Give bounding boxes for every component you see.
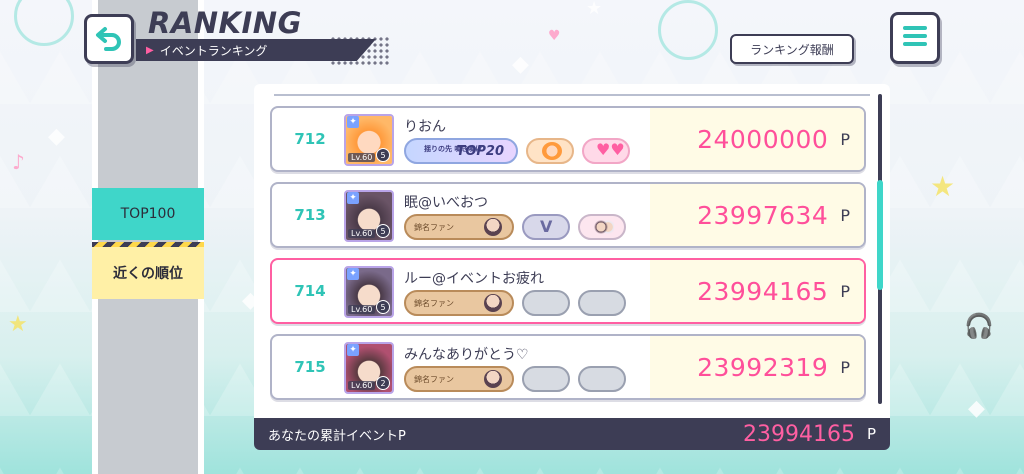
total-value: 23994165	[742, 421, 855, 447]
player-level: Lv.60	[348, 153, 376, 162]
honor-badges: 錦名ファン	[404, 366, 626, 392]
score-area: 23994165 P	[650, 260, 864, 322]
score-unit: P	[840, 357, 850, 377]
rank-number: 712	[294, 130, 326, 148]
score-unit: P	[840, 205, 850, 225]
badge-note: 揺りの先 鳴き鳴け	[424, 145, 483, 153]
score-area: 23997634 P	[650, 184, 864, 246]
unit-honor-badge: V	[522, 214, 570, 240]
event-score: 23992319	[697, 352, 829, 382]
badge-title: 錦名ファン	[414, 374, 454, 384]
circle-icon	[658, 0, 718, 60]
empty-honor-slot	[578, 366, 626, 392]
score-area: 24000000 P	[650, 108, 864, 170]
player-name: ルー@イベントお疲れ	[404, 271, 544, 287]
event-score: 23997634	[697, 200, 829, 230]
page-title: RANKING	[148, 6, 302, 40]
scrollbar-thumb[interactable]	[877, 180, 883, 290]
avatar[interactable]: ✦ Lv.60 5	[344, 190, 394, 242]
avatar[interactable]: ✦ Lv.60 2	[344, 342, 394, 394]
heart-honor-badge: ♥♥	[582, 138, 630, 164]
play-triangle-icon: ▶	[146, 44, 154, 56]
score-unit: P	[840, 281, 850, 301]
character-honor-badge	[578, 214, 626, 240]
event-score: 24000000	[697, 124, 829, 154]
star-icon: ✦	[347, 268, 359, 280]
ranking-row[interactable]: 712 ✦ Lv.60 5 りおん 揺りの先 鳴き鳴け TOP20 ♥♥ 240…	[270, 106, 866, 172]
subtitle-label: イベントランキング	[159, 43, 268, 58]
empty-honor-slot	[578, 290, 626, 316]
rank-number: 714	[294, 282, 326, 300]
ranking-list[interactable]: 712 ✦ Lv.60 5 りおん 揺りの先 鳴き鳴け TOP20 ♥♥ 240…	[254, 84, 890, 418]
note-icon: ♪	[12, 150, 25, 174]
star-icon: ✦	[347, 116, 359, 128]
star-icon: ★	[930, 170, 956, 203]
ranking-row-self[interactable]: 714 ✦ Lv.60 5 ルー@イベントお疲れ 錦名ファン 23994165 …	[270, 258, 866, 324]
heart-icon: ♥	[548, 28, 561, 44]
player-level: Lv.60	[348, 381, 376, 390]
star-icon: ★	[8, 312, 28, 337]
honor-badges: 揺りの先 鳴き鳴け TOP20 ♥♥	[404, 138, 630, 164]
fan-honor-badge: 錦名ファン	[404, 290, 514, 316]
heart-icon: ♥♥	[596, 140, 625, 159]
player-level: Lv.60	[348, 305, 376, 314]
player-name: 眠@いべおつ	[404, 195, 488, 211]
diamond-icon: ◆	[968, 396, 985, 421]
honor-badges: 錦名ファン	[404, 290, 626, 316]
character-face-icon	[484, 218, 502, 236]
master-rank-badge: 2	[376, 376, 390, 390]
character-face-icon	[484, 370, 502, 388]
badge-title: 錦名ファン	[414, 298, 454, 308]
back-button[interactable]	[84, 14, 134, 64]
empty-honor-slot	[522, 290, 570, 316]
ranking-reward-button[interactable]: ランキング報酬	[730, 34, 854, 64]
star-icon: ✦	[347, 344, 359, 356]
honor-badges: 錦名ファン V	[404, 214, 626, 240]
player-name: りおん	[404, 119, 446, 135]
diamond-icon: ◆	[512, 52, 529, 77]
master-rank-badge: 5	[376, 148, 390, 162]
empty-honor-slot	[522, 366, 570, 392]
hamburger-icon	[903, 25, 927, 51]
sidebar-item-nearby-rank[interactable]: 近くの順位	[92, 242, 204, 299]
headphones-icon: 🎧	[964, 312, 994, 340]
menu-button[interactable]	[890, 12, 940, 64]
fan-honor-badge: 錦名ファン	[404, 366, 514, 392]
event-score: 23994165	[697, 276, 829, 306]
total-event-points-bar: あなたの累計イベントP 23994165 P	[254, 418, 890, 450]
ranking-row[interactable]: 713 ✦ Lv.60 5 眠@いべおつ 錦名ファン V 23997634 P	[270, 182, 866, 248]
avatar[interactable]: ✦ Lv.60 5	[344, 266, 394, 318]
sidebar-item-label: TOP100	[120, 206, 176, 222]
score-unit: P	[840, 129, 850, 149]
star-icon: ★	[586, 0, 603, 19]
player-level: Lv.60	[348, 229, 376, 238]
v-emblem-icon: V	[540, 217, 553, 236]
top20-honor-badge: 揺りの先 鳴き鳴け TOP20	[404, 138, 518, 164]
player-name: みんなありがとう♡	[404, 347, 529, 363]
score-area: 23992319 P	[650, 336, 864, 398]
badge-title: 錦名ファン	[414, 222, 454, 232]
fan-honor-badge: 錦名ファン	[404, 214, 514, 240]
star-icon: ✦	[347, 192, 359, 204]
rank-number: 715	[294, 358, 326, 376]
avatar[interactable]: ✦ Lv.60 5	[344, 114, 394, 166]
sidebar-item-label: 近くの順位	[113, 266, 183, 282]
back-arrow-icon	[95, 23, 123, 55]
sidebar-item-top100[interactable]: TOP100	[92, 188, 204, 240]
ranking-row[interactable]: 715 ✦ Lv.60 2 みんなありがとう♡ 錦名ファン 23992319 P	[270, 334, 866, 400]
character-face-icon	[484, 294, 502, 312]
total-unit: P	[866, 425, 876, 443]
master-rank-badge: 5	[376, 300, 390, 314]
halftone-decoration	[330, 36, 390, 66]
total-label: あなたの累計イベントP	[268, 428, 406, 444]
character-honor-badge	[526, 138, 574, 164]
rank-number: 713	[294, 206, 326, 224]
master-rank-badge: 5	[376, 224, 390, 238]
diamond-icon: ◆	[48, 124, 65, 149]
list-divider	[274, 94, 870, 96]
